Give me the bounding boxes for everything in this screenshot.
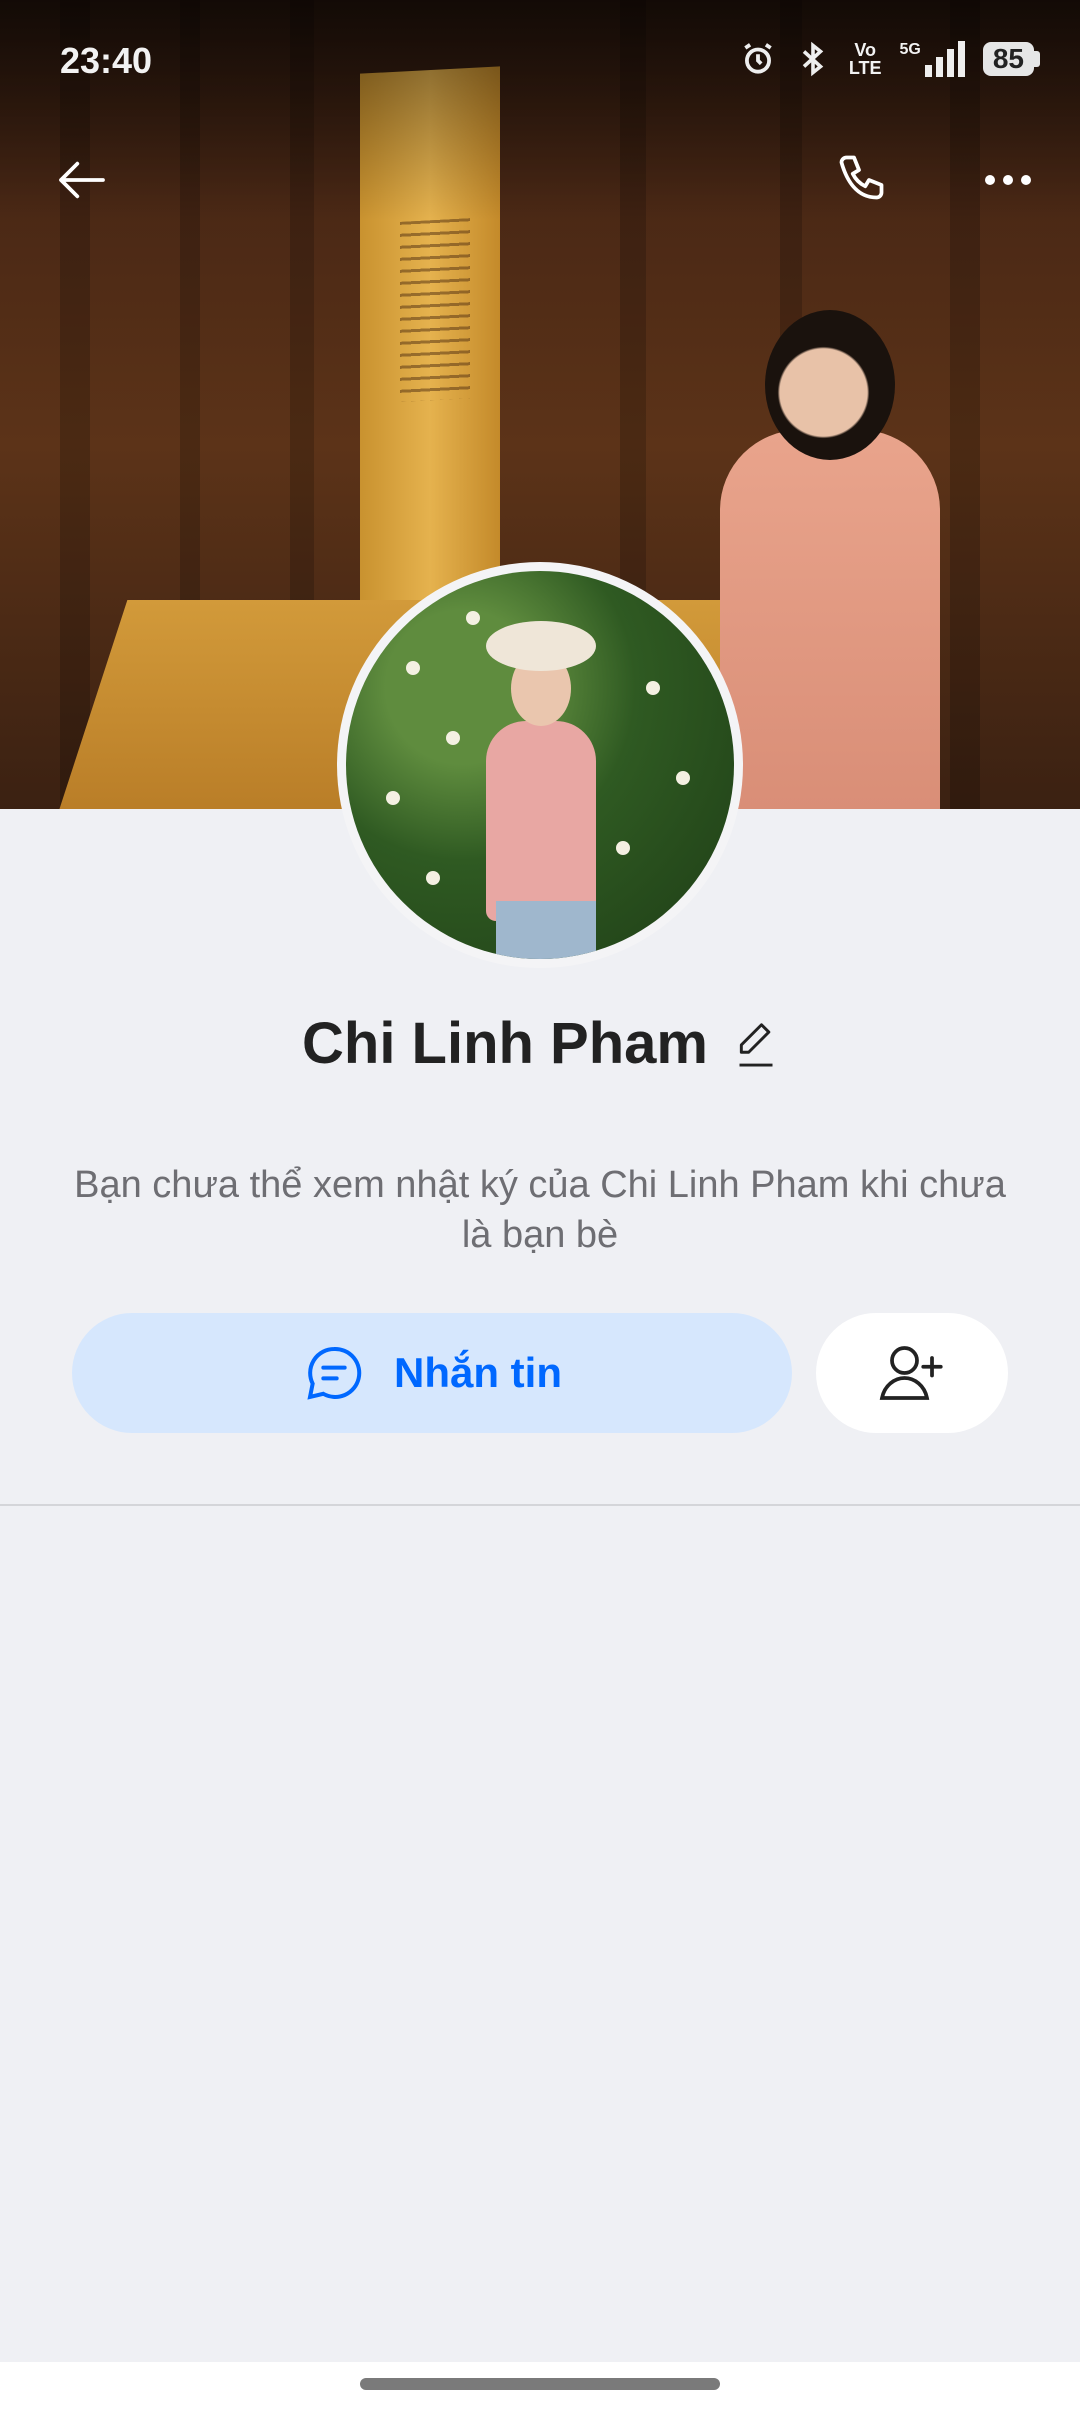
pencil-icon[interactable] xyxy=(734,1019,778,1069)
volte-icon: Vo LTE xyxy=(848,40,882,78)
back-button[interactable] xyxy=(32,130,132,230)
status-time: 23:40 xyxy=(60,40,153,81)
phone-icon xyxy=(839,155,884,200)
chat-bubble-icon xyxy=(307,1346,362,1400)
message-button-label: Nhắn tin xyxy=(394,1349,562,1396)
bluetooth-icon xyxy=(795,40,831,78)
avatar[interactable] xyxy=(337,562,743,968)
call-button[interactable] xyxy=(814,130,914,230)
top-navigation xyxy=(0,130,1080,230)
avatar-photo xyxy=(346,571,734,959)
battery-icon: 85 xyxy=(982,42,1040,76)
profile-name-row: Chi Linh Pham xyxy=(0,1010,1080,1077)
more-dots-icon xyxy=(985,175,1031,185)
add-friend-button[interactable] xyxy=(816,1313,1008,1433)
privacy-notice: Bạn chưa thể xem nhật ký của Chi Linh Ph… xyxy=(74,1164,1006,1256)
arrow-left-icon xyxy=(59,161,105,199)
section-divider xyxy=(0,1504,1080,1506)
status-bar: 23:40 Vo LTE 5G 85 xyxy=(0,0,1080,120)
add-friend-icon xyxy=(879,1346,943,1400)
home-indicator[interactable] xyxy=(360,2378,720,2390)
more-options-button[interactable] xyxy=(958,130,1058,230)
signal-icon: 5G xyxy=(900,41,965,77)
message-button[interactable]: Nhắn tin xyxy=(72,1313,792,1433)
profile-name: Chi Linh Pham xyxy=(302,1011,708,1076)
alarm-icon xyxy=(739,40,777,78)
